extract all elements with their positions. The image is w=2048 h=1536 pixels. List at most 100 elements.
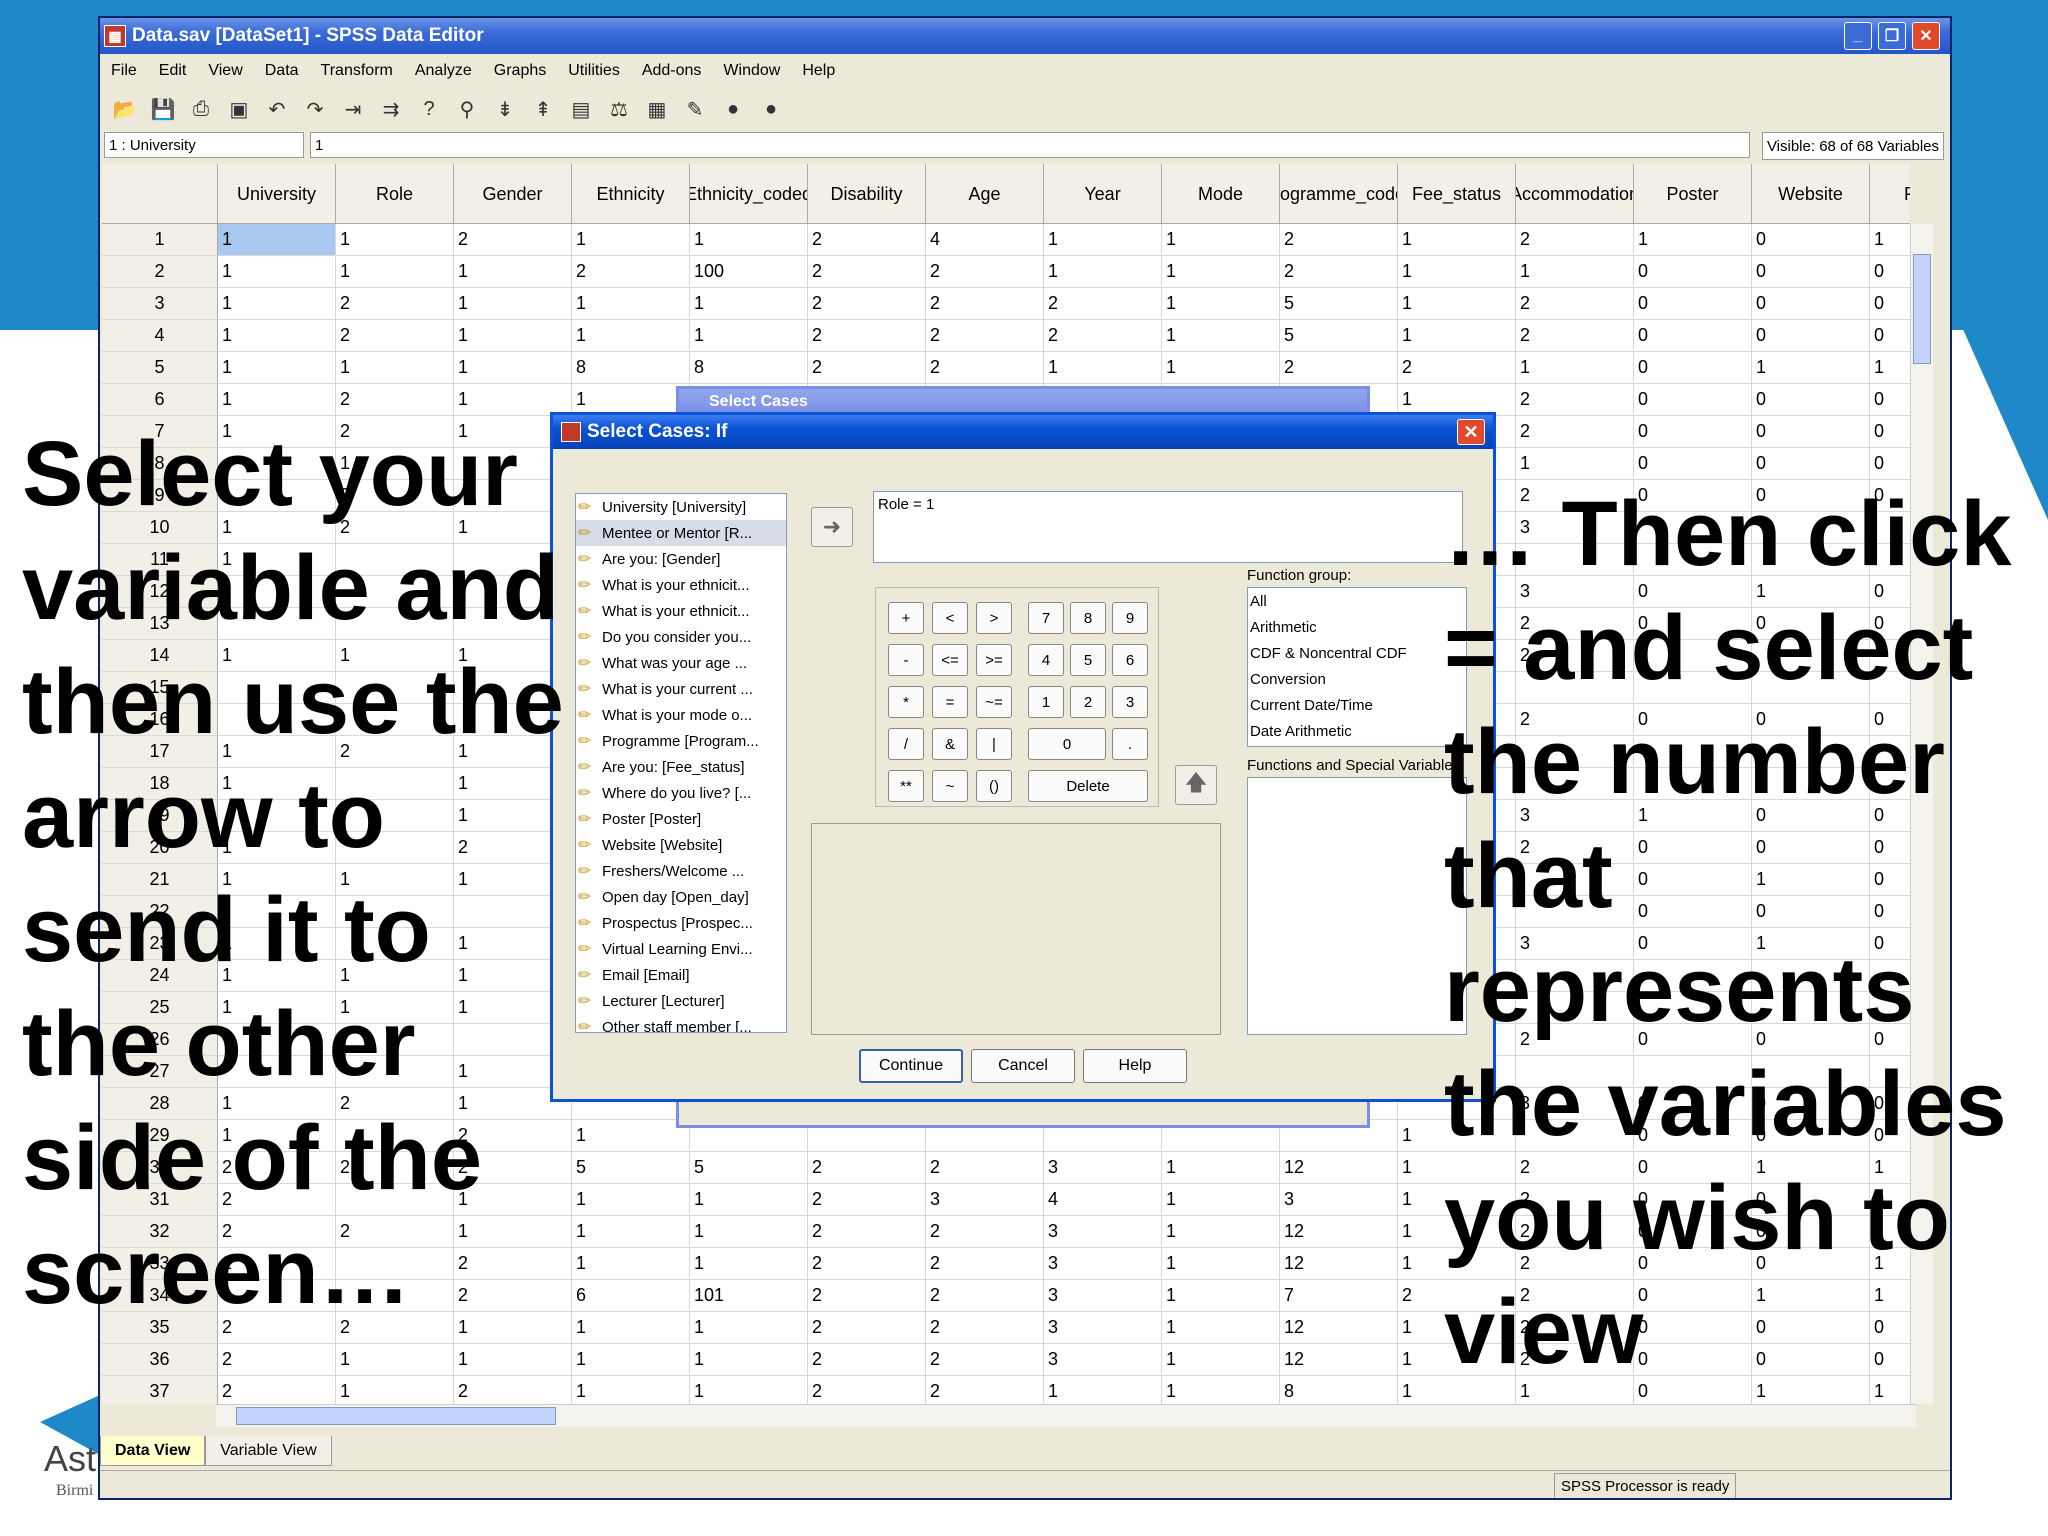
- calculator-key[interactable]: 9: [1112, 602, 1148, 634]
- close-button[interactable]: ✕: [1912, 22, 1940, 50]
- row-header[interactable]: 2: [102, 256, 218, 288]
- data-cell[interactable]: 8: [690, 352, 808, 384]
- data-cell[interactable]: 1: [1398, 256, 1516, 288]
- data-cell[interactable]: 1: [336, 352, 454, 384]
- data-cell[interactable]: 0: [1870, 384, 1910, 416]
- data-cell[interactable]: 1: [690, 1184, 808, 1216]
- data-cell[interactable]: 1: [690, 1344, 808, 1376]
- menu-edit[interactable]: Edit: [148, 62, 198, 80]
- data-cell[interactable]: 2: [1516, 384, 1634, 416]
- menu-view[interactable]: View: [197, 62, 253, 80]
- expression-field[interactable]: Role = 1: [873, 491, 1463, 563]
- list-item[interactable]: All: [1248, 588, 1466, 614]
- data-cell[interactable]: 2: [1044, 320, 1162, 352]
- menu-file[interactable]: File: [100, 62, 148, 80]
- data-cell[interactable]: 0: [1634, 288, 1752, 320]
- data-cell[interactable]: 1: [572, 1184, 690, 1216]
- data-cell[interactable]: 2: [808, 1344, 926, 1376]
- list-item[interactable]: ✏ Do you consider you...: [576, 624, 786, 650]
- data-cell[interactable]: 1: [1162, 224, 1280, 256]
- calculator-key[interactable]: 7: [1028, 602, 1064, 634]
- tab-variable-view[interactable]: Variable View: [205, 1436, 332, 1466]
- data-cell[interactable]: 1: [572, 1248, 690, 1280]
- list-item[interactable]: Date Arithmetic: [1248, 718, 1466, 744]
- data-cell[interactable]: 2: [808, 1248, 926, 1280]
- minimize-button[interactable]: _: [1844, 22, 1872, 50]
- data-cell[interactable]: 1: [454, 288, 572, 320]
- column-header[interactable]: Role: [336, 164, 454, 224]
- data-cell[interactable]: 1: [336, 256, 454, 288]
- data-cell[interactable]: 12: [1280, 1152, 1398, 1184]
- data-cell[interactable]: 5: [690, 1152, 808, 1184]
- calculator-key[interactable]: ~=: [976, 686, 1012, 718]
- list-item[interactable]: ✏ Lecturer [Lecturer]: [576, 988, 786, 1014]
- grid-corner[interactable]: [102, 164, 218, 224]
- data-cell[interactable]: 1: [454, 1312, 572, 1344]
- data-cell[interactable]: 2: [218, 1344, 336, 1376]
- calculator-key[interactable]: =: [932, 686, 968, 718]
- data-cell[interactable]: 0: [1752, 256, 1870, 288]
- calculator-key[interactable]: /: [888, 728, 924, 760]
- data-cell[interactable]: 3: [1280, 1184, 1398, 1216]
- data-cell[interactable]: 3: [1044, 1344, 1162, 1376]
- calculator-key[interactable]: *: [888, 686, 924, 718]
- data-cell[interactable]: 2: [808, 1216, 926, 1248]
- data-cell[interactable]: 0: [1870, 288, 1910, 320]
- data-cell[interactable]: 0: [1634, 384, 1752, 416]
- data-cell[interactable]: 3: [1044, 1152, 1162, 1184]
- data-cell[interactable]: 1: [454, 1216, 572, 1248]
- data-cell[interactable]: 2: [454, 1376, 572, 1404]
- row-header[interactable]: 3: [102, 288, 218, 320]
- scroll-thumb[interactable]: [236, 1407, 556, 1425]
- maximize-button[interactable]: ❐: [1878, 22, 1906, 50]
- data-cell[interactable]: 1: [690, 288, 808, 320]
- data-cell[interactable]: 1: [1044, 224, 1162, 256]
- data-cell[interactable]: 101: [690, 1280, 808, 1312]
- menu-data[interactable]: Data: [254, 62, 310, 80]
- data-cell[interactable]: 2: [1044, 288, 1162, 320]
- variables-icon[interactable]: ?: [416, 96, 442, 122]
- list-item[interactable]: ✏ What was your age ...: [576, 650, 786, 676]
- calculator-key[interactable]: <: [932, 602, 968, 634]
- menu-help[interactable]: Help: [791, 62, 846, 80]
- data-cell[interactable]: 0: [1752, 224, 1870, 256]
- data-cell[interactable]: 2: [218, 1376, 336, 1404]
- data-cell[interactable]: 1: [690, 1216, 808, 1248]
- list-item[interactable]: ✏ Are you: [Gender]: [576, 546, 786, 572]
- row-header[interactable]: 6: [102, 384, 218, 416]
- use-sets-icon[interactable]: ●: [720, 96, 746, 122]
- list-item[interactable]: ✏ Prospectus [Prospec...: [576, 910, 786, 936]
- data-cell[interactable]: 1: [218, 352, 336, 384]
- data-cell[interactable]: 2: [926, 1248, 1044, 1280]
- calculator-key[interactable]: >: [976, 602, 1012, 634]
- data-cell[interactable]: 1: [1752, 352, 1870, 384]
- data-cell[interactable]: 1: [1162, 1152, 1280, 1184]
- data-cell[interactable]: 1: [1398, 320, 1516, 352]
- calculator-key[interactable]: 8: [1070, 602, 1106, 634]
- data-cell[interactable]: 1: [1162, 256, 1280, 288]
- calculator-key[interactable]: |: [976, 728, 1012, 760]
- data-cell[interactable]: 0: [1634, 320, 1752, 352]
- list-item[interactable]: ✏ Mentee or Mentor [R...: [576, 520, 786, 546]
- data-cell[interactable]: 1: [1162, 1312, 1280, 1344]
- data-cell[interactable]: 1: [336, 1344, 454, 1376]
- menu-utilities[interactable]: Utilities: [557, 62, 631, 80]
- show-all-icon[interactable]: ●: [758, 96, 784, 122]
- data-cell[interactable]: 2: [1516, 320, 1634, 352]
- data-cell[interactable]: 0: [1752, 416, 1870, 448]
- data-cell[interactable]: 2: [926, 1152, 1044, 1184]
- data-cell[interactable]: 1: [1044, 1376, 1162, 1404]
- column-header[interactable]: F: [1870, 164, 1910, 224]
- calculator-key[interactable]: 2: [1070, 686, 1106, 718]
- weight-cases-icon[interactable]: ⚖: [606, 96, 632, 122]
- data-cell[interactable]: 2: [1398, 352, 1516, 384]
- menu-graphs[interactable]: Graphs: [483, 62, 557, 80]
- scroll-thumb[interactable]: [1913, 254, 1931, 364]
- data-cell[interactable]: 2: [1516, 416, 1634, 448]
- data-cell[interactable]: 2: [926, 1216, 1044, 1248]
- list-item[interactable]: ✏ Freshers/Welcome ...: [576, 858, 786, 884]
- list-item[interactable]: Arithmetic: [1248, 614, 1466, 640]
- horizontal-scrollbar[interactable]: [216, 1404, 1916, 1427]
- data-cell[interactable]: 1: [690, 1312, 808, 1344]
- column-header[interactable]: Ethnicity_coded: [690, 164, 808, 224]
